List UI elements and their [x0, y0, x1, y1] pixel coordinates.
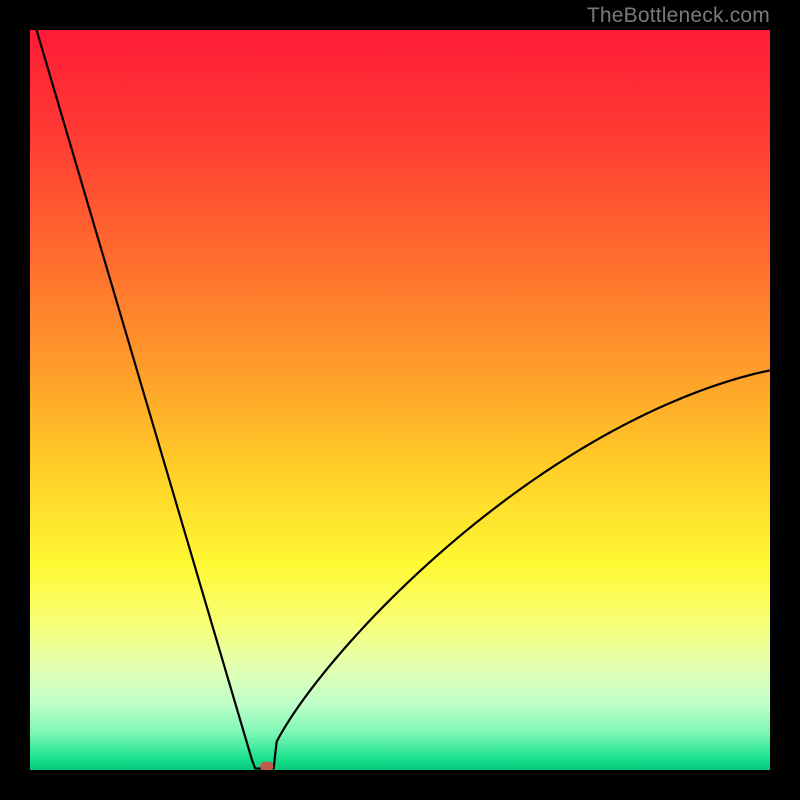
- plot-svg: [30, 30, 770, 770]
- optimum-marker: [260, 762, 273, 770]
- plot-area: [30, 30, 770, 770]
- chart-frame: TheBottleneck.com: [0, 0, 800, 800]
- gradient-background: [30, 30, 770, 770]
- watermark-text: TheBottleneck.com: [587, 4, 770, 28]
